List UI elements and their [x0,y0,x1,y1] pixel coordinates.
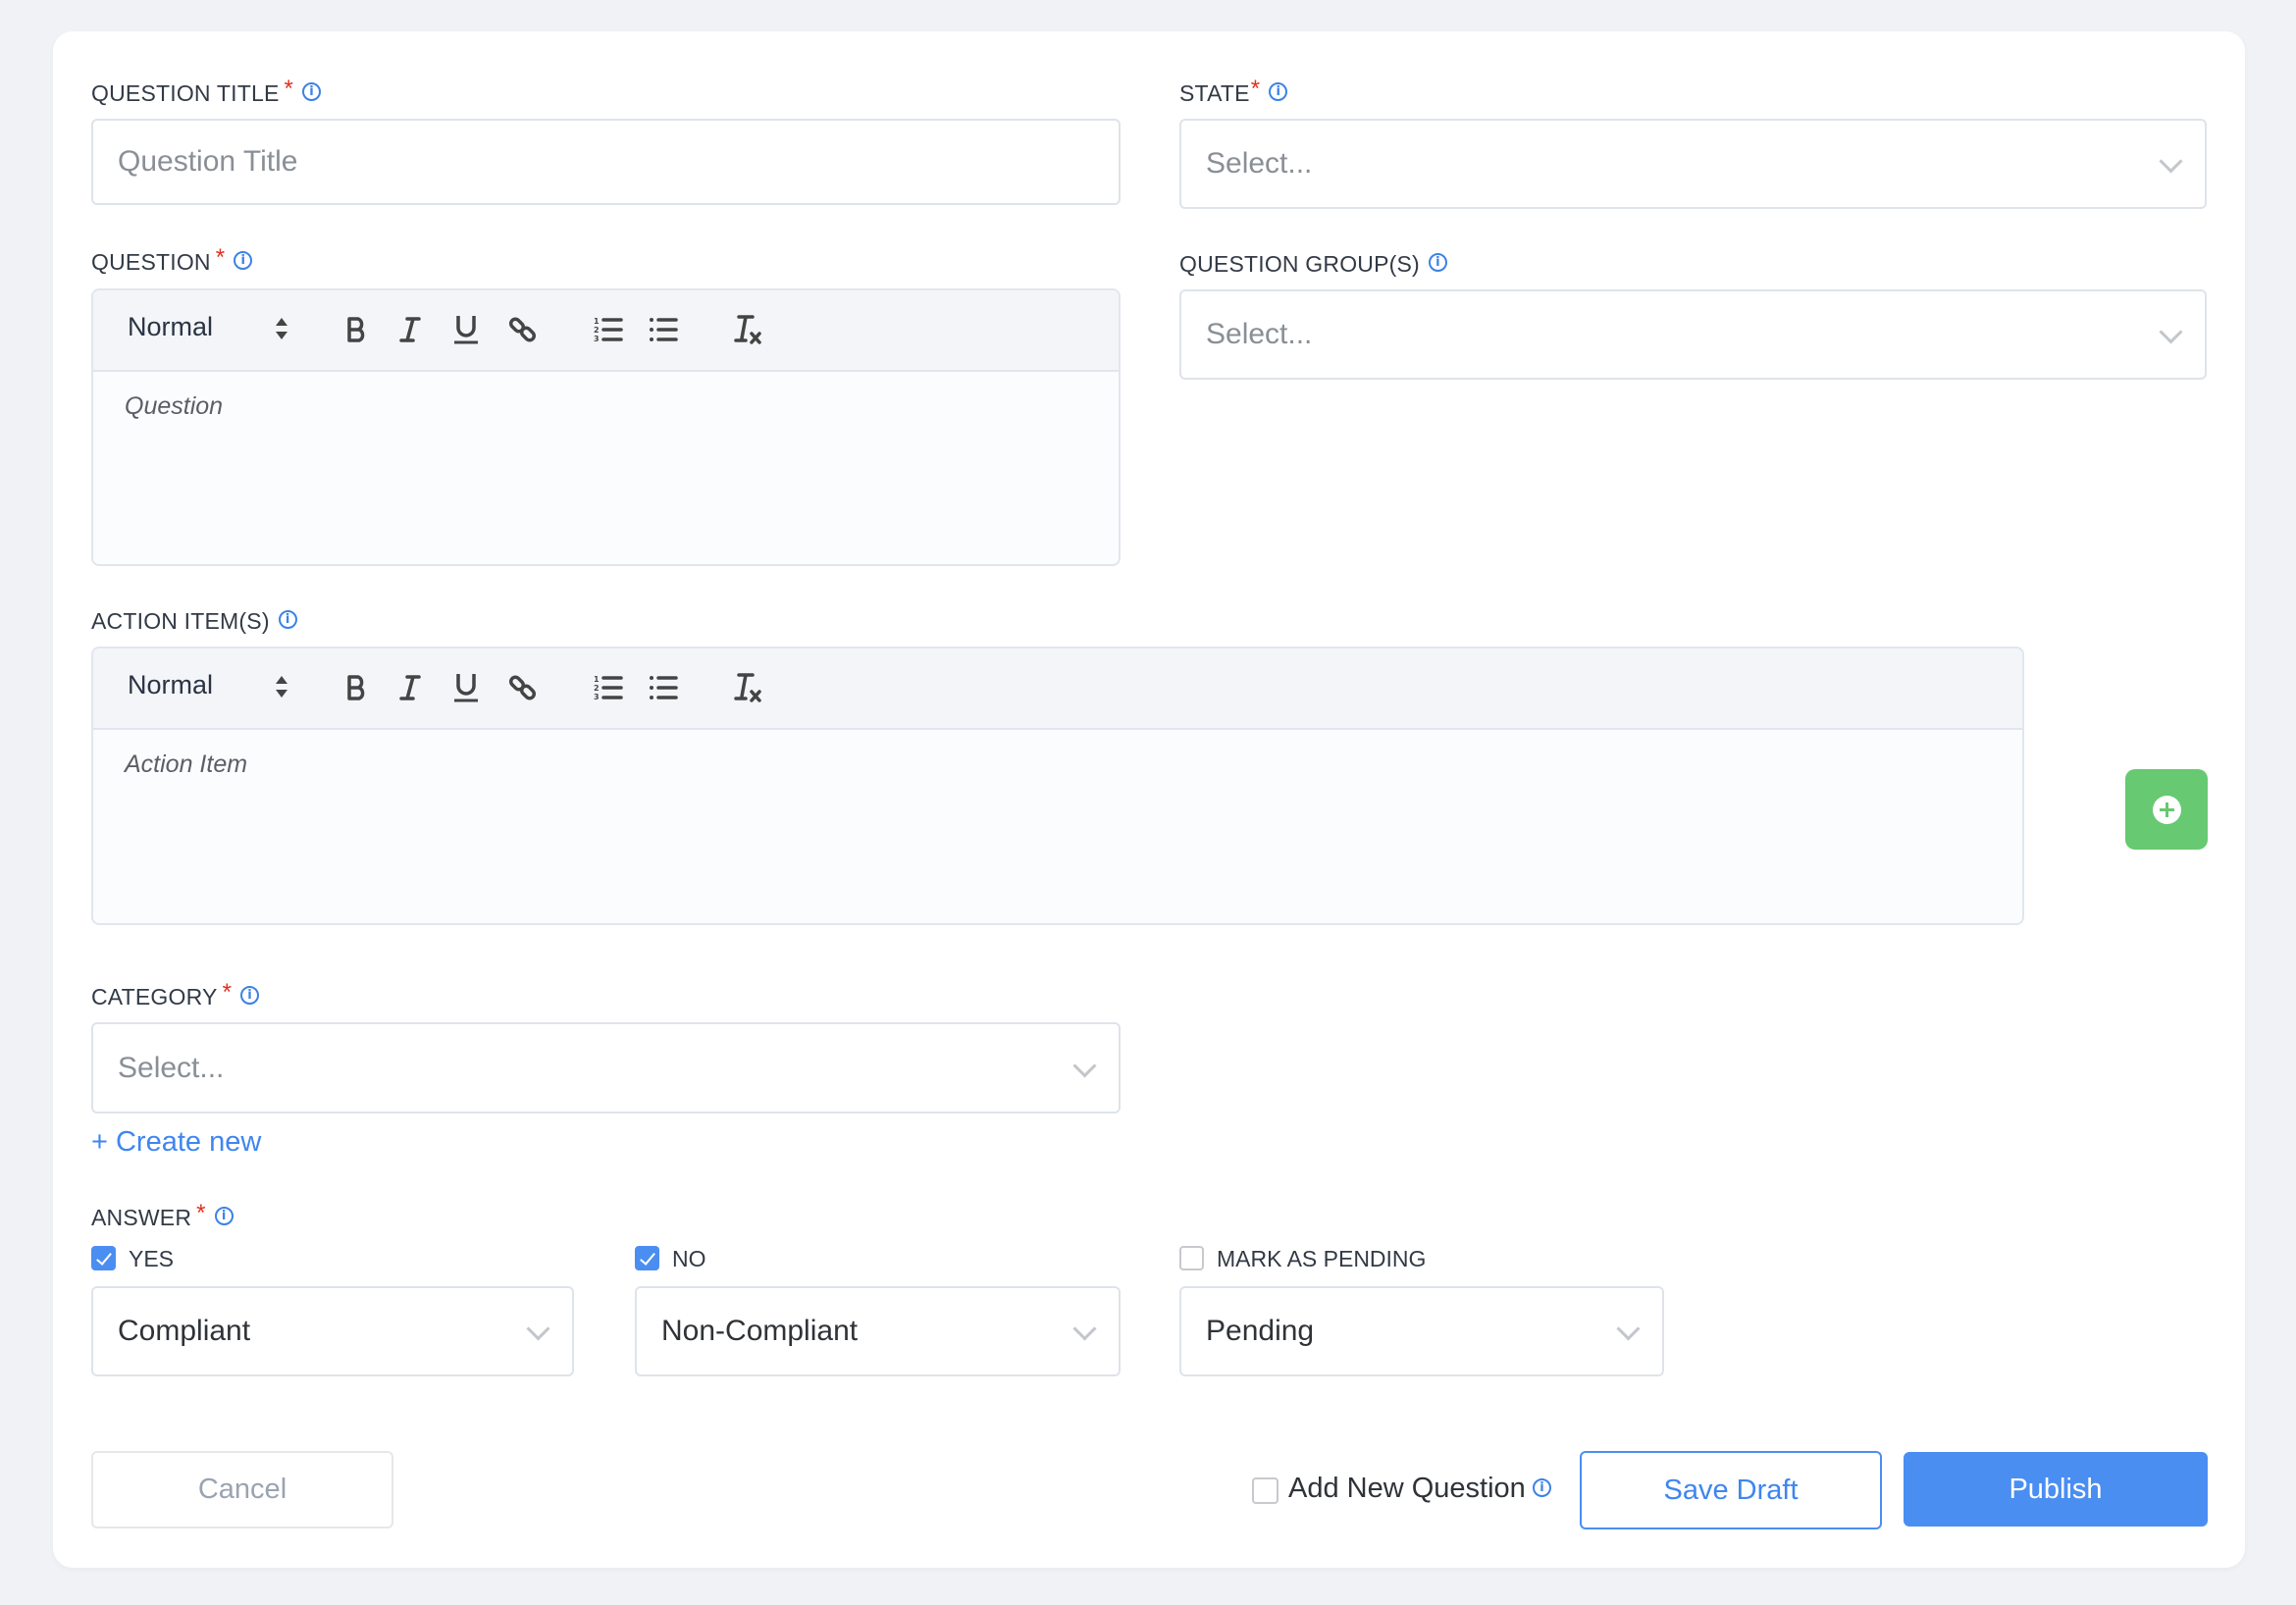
question-label: QUESTION * i [91,244,253,279]
underline-icon[interactable] [453,308,479,351]
question-title-placeholder: Question Title [118,145,298,178]
publish-button[interactable]: Publish [1904,1452,2208,1527]
required-mark: * [1250,76,1261,102]
required-mark: * [196,1200,206,1226]
question-label-text: QUESTION [91,249,211,275]
italic-icon[interactable] [398,666,422,709]
link-icon[interactable] [508,666,538,709]
info-icon[interactable]: i [302,82,322,101]
required-mark: * [284,76,294,102]
chevron-down-icon [1072,1053,1097,1078]
action-items-editor-toolbar: Normal 123 [93,648,2022,730]
question-form-card: QUESTION TITLE * i Question Title STATE … [53,31,2245,1568]
save-draft-button[interactable]: Save Draft [1580,1451,1882,1529]
no-checkbox[interactable] [635,1246,659,1270]
chevron-down-icon [1072,1317,1097,1341]
question-title-label: QUESTION TITLE * i [91,76,322,110]
chevron-down-icon [2159,149,2183,174]
mark-as-pending-checkbox[interactable] [1179,1246,1204,1270]
format-select[interactable]: Normal [128,670,213,700]
clear-format-icon[interactable] [733,308,762,351]
info-icon[interactable]: i [1533,1478,1551,1497]
cancel-button[interactable]: Cancel [91,1451,393,1528]
question-title-label-text: QUESTION TITLE [91,80,280,106]
category-label-text: CATEGORY [91,984,218,1010]
question-editor-toolbar: Normal 123 [93,290,1119,372]
pending-answer-value: Pending [1206,1315,1315,1347]
state-label: STATE * i [1179,76,1288,110]
answer-label-text: ANSWER [91,1205,192,1230]
italic-icon[interactable] [398,308,422,351]
question-groups-select[interactable]: Select... [1179,289,2207,380]
add-new-question-checkbox[interactable] [1252,1477,1278,1504]
state-label-text: STATE [1179,80,1250,106]
svg-text:2: 2 [594,326,600,335]
answer-label: ANSWER * i [91,1200,234,1234]
question-groups-label-text: QUESTION GROUP(S) [1179,251,1420,277]
yes-label: YES [129,1246,175,1271]
create-new-category-link[interactable]: + Create new [91,1126,261,1159]
yes-answer-value: Compliant [118,1315,251,1347]
info-icon[interactable]: i [1269,82,1288,101]
ordered-list-icon[interactable]: 123 [594,666,623,709]
info-icon[interactable]: i [240,986,260,1005]
bold-icon[interactable] [344,308,370,351]
info-icon[interactable]: i [214,1207,234,1225]
chevron-down-icon [526,1317,550,1341]
cancel-button-label: Cancel [197,1474,287,1505]
bullet-list-icon[interactable] [649,666,678,709]
format-updown-icon[interactable] [276,318,287,339]
publish-button-label: Publish [2009,1473,2103,1505]
yes-answer-select[interactable]: Compliant [91,1286,574,1376]
bullet-list-icon[interactable] [649,308,678,351]
chevron-down-icon [2159,320,2183,344]
info-icon[interactable]: i [278,610,297,629]
svg-text:3: 3 [594,693,600,701]
required-mark: * [215,244,226,271]
action-items-label: ACTION ITEM(S) i [91,608,297,638]
info-icon[interactable]: i [234,251,253,270]
category-select[interactable]: Select... [91,1022,1121,1113]
question-groups-label: QUESTION GROUP(S) i [1179,251,1447,281]
state-placeholder: Select... [1206,147,1313,180]
add-new-question-label: Add New Question [1288,1473,1526,1504]
svg-text:3: 3 [594,335,600,343]
state-select[interactable]: Select... [1179,119,2207,209]
format-updown-icon[interactable] [276,676,287,698]
underline-icon[interactable] [453,666,479,709]
ordered-list-icon[interactable]: 123 [594,308,623,351]
pending-answer-select[interactable]: Pending [1179,1286,1664,1376]
no-answer-select[interactable]: Non-Compliant [635,1286,1121,1376]
yes-checkbox[interactable] [91,1246,116,1270]
svg-text:2: 2 [594,684,600,693]
action-items-editor: Normal 123 Action Item [91,647,2024,925]
link-icon[interactable] [508,308,538,351]
no-answer-value: Non-Compliant [661,1315,859,1347]
clear-format-icon[interactable] [733,666,762,709]
chevron-down-icon [1616,1317,1641,1341]
action-items-editor-placeholder[interactable]: Action Item [125,751,247,779]
svg-text:1: 1 [594,675,600,684]
category-placeholder: Select... [118,1051,225,1084]
plus-circle-icon [2152,795,2181,824]
mark-as-pending-label: MARK AS PENDING [1217,1246,1427,1271]
save-draft-button-label: Save Draft [1663,1474,1799,1506]
action-items-label-text: ACTION ITEM(S) [91,608,270,634]
bold-icon[interactable] [344,666,370,709]
svg-text:1: 1 [594,317,600,326]
question-title-input[interactable]: Question Title [91,119,1121,205]
category-label: CATEGORY * i [91,979,260,1013]
info-icon[interactable]: i [1428,253,1447,272]
question-editor-placeholder[interactable]: Question [125,392,223,421]
format-select[interactable]: Normal [128,312,213,342]
required-mark: * [222,979,233,1006]
no-label: NO [672,1246,706,1271]
question-editor: Normal 123 Question [91,288,1121,566]
question-groups-placeholder: Select... [1206,318,1313,350]
add-action-item-button[interactable] [2125,769,2208,850]
